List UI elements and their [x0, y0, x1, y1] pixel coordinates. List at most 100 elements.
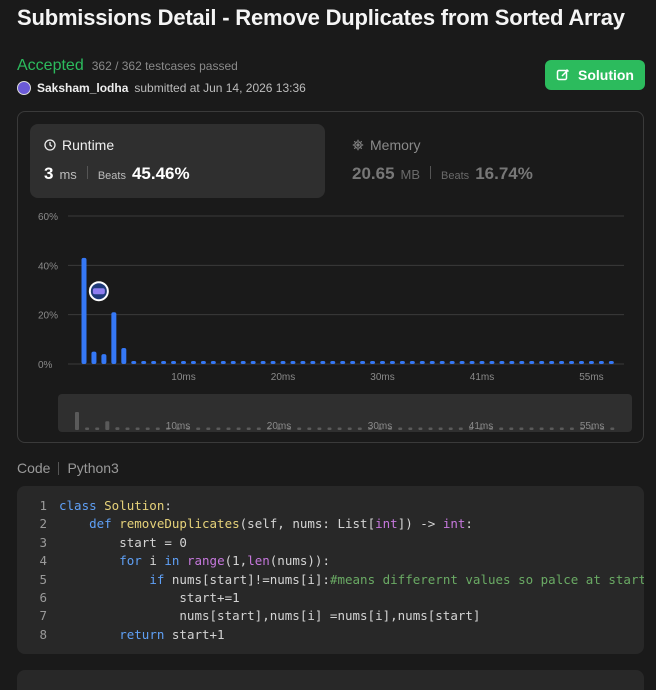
next-section-card — [17, 670, 644, 690]
overview-bar — [529, 427, 534, 430]
code-token: def — [89, 516, 120, 532]
x-tick-label: 41ms — [470, 372, 494, 383]
chart-bar — [598, 361, 604, 364]
overview-bar — [145, 427, 150, 430]
line-number: 3 — [39, 534, 47, 550]
code-line: 3 start = 0 — [17, 534, 644, 552]
overview-bar — [539, 427, 544, 430]
testcases-passed: 362 / 362 testcases passed — [91, 59, 238, 73]
chart-bar — [330, 361, 336, 364]
code-token: i — [149, 553, 165, 569]
code-line: 8 return start+1 — [17, 626, 644, 644]
overview-bar — [337, 427, 342, 430]
overview-bar — [569, 427, 574, 430]
overview-bar — [155, 427, 160, 430]
chart-bar — [190, 361, 196, 364]
user-marker-face — [92, 288, 105, 295]
chart-bar — [340, 361, 346, 364]
line-number: 7 — [39, 608, 47, 624]
chart-bar — [350, 361, 356, 364]
code-token: in — [164, 553, 187, 569]
code-token: Solution — [104, 498, 165, 513]
overview-bar — [458, 427, 463, 430]
submitted-at: submitted at Jun 14, 2026 13:36 — [134, 81, 306, 95]
overview-bar — [135, 427, 140, 430]
overview-x-tick-label: 20ms — [267, 421, 291, 432]
overview-bar — [206, 427, 211, 430]
chart-bar — [210, 361, 216, 364]
chart-bar — [370, 361, 376, 364]
solution-button-label: Solution — [578, 67, 634, 83]
chart-bar — [280, 361, 286, 364]
chart-bar — [539, 361, 545, 364]
username-link[interactable]: Saksham_lodha — [37, 81, 128, 95]
code-token: (self, nums: List[ — [239, 516, 376, 532]
solution-button[interactable]: Solution — [545, 60, 645, 90]
chart-bar — [81, 257, 87, 364]
overview-bar — [256, 427, 261, 430]
code-line: 5 if nums[start]!=nums[i]: #means differe… — [17, 571, 644, 589]
chart-bar — [519, 361, 525, 364]
y-tick-label: 20% — [38, 311, 58, 322]
code-token: nums[start]!=nums[i]: — [171, 571, 330, 587]
overview-bar — [559, 427, 564, 430]
chart-bar — [260, 361, 266, 364]
overview-bar — [448, 427, 453, 430]
chart-bar — [579, 361, 584, 364]
overview-bar — [246, 427, 251, 430]
submission-status: Accepted 362 / 362 testcases passed — [17, 57, 238, 75]
edit-icon — [556, 68, 570, 81]
line-number: 1 — [39, 498, 47, 513]
chart-bar — [459, 361, 465, 364]
line-number: 8 — [39, 626, 47, 642]
y-tick-label: 0% — [38, 360, 53, 371]
overview-bar — [357, 427, 362, 430]
chart-bar — [230, 361, 236, 364]
x-tick-label: 55ms — [579, 372, 603, 383]
code-token: for — [119, 553, 150, 569]
overview-bar — [317, 427, 322, 430]
code-token: : — [465, 516, 473, 532]
code-language: Python3 — [67, 460, 119, 476]
chart-bar — [181, 361, 186, 364]
chart-bar — [389, 361, 395, 364]
chart-bar — [409, 361, 415, 364]
runtime-distribution-chart[interactable]: 60% 40% 20% 0% 10ms 20ms 30ms 41ms 55ms 10ms 20ms 3… — [18, 112, 643, 432]
chart-bar — [529, 361, 535, 364]
overview-x-tick-label: 10ms — [166, 421, 190, 432]
x-tick-label: 10ms — [171, 372, 195, 383]
code-line: 2 def removeDuplicates (self, nums: List[… — [17, 515, 644, 533]
overview-bar — [105, 421, 110, 430]
chart-bar — [270, 361, 276, 364]
y-tick-label: 60% — [38, 212, 58, 223]
overview-x-tick-label: 30ms — [368, 421, 392, 432]
overview-bar — [85, 427, 90, 430]
chart-bar — [380, 361, 385, 364]
code-token: (nums)): — [269, 553, 330, 569]
code-token: : — [164, 498, 172, 513]
chart-bar — [240, 361, 246, 364]
chart-bar — [399, 361, 405, 364]
chart-bar — [300, 361, 306, 364]
overview-bar — [236, 427, 241, 430]
chart-bar — [499, 361, 505, 364]
chart-bar — [439, 361, 445, 364]
status-accepted: Accepted — [17, 57, 84, 74]
overview-x-tick-label: 41ms — [469, 421, 493, 432]
code-token: range — [186, 553, 225, 569]
overview-bar — [115, 427, 120, 430]
overview-bar — [509, 427, 514, 430]
code-token: (1, — [224, 553, 248, 569]
line-number: 4 — [39, 553, 47, 569]
code-block[interactable]: 1 class Solution:2 def removeDuplicates (s… — [17, 486, 644, 654]
chart-bar — [151, 361, 157, 364]
overview-bar — [95, 427, 100, 430]
code-token: int — [442, 516, 466, 532]
code-label: Code — [17, 460, 51, 476]
overview-brush — [58, 394, 632, 432]
avatar[interactable] — [17, 81, 31, 95]
overview-bar — [398, 427, 403, 430]
